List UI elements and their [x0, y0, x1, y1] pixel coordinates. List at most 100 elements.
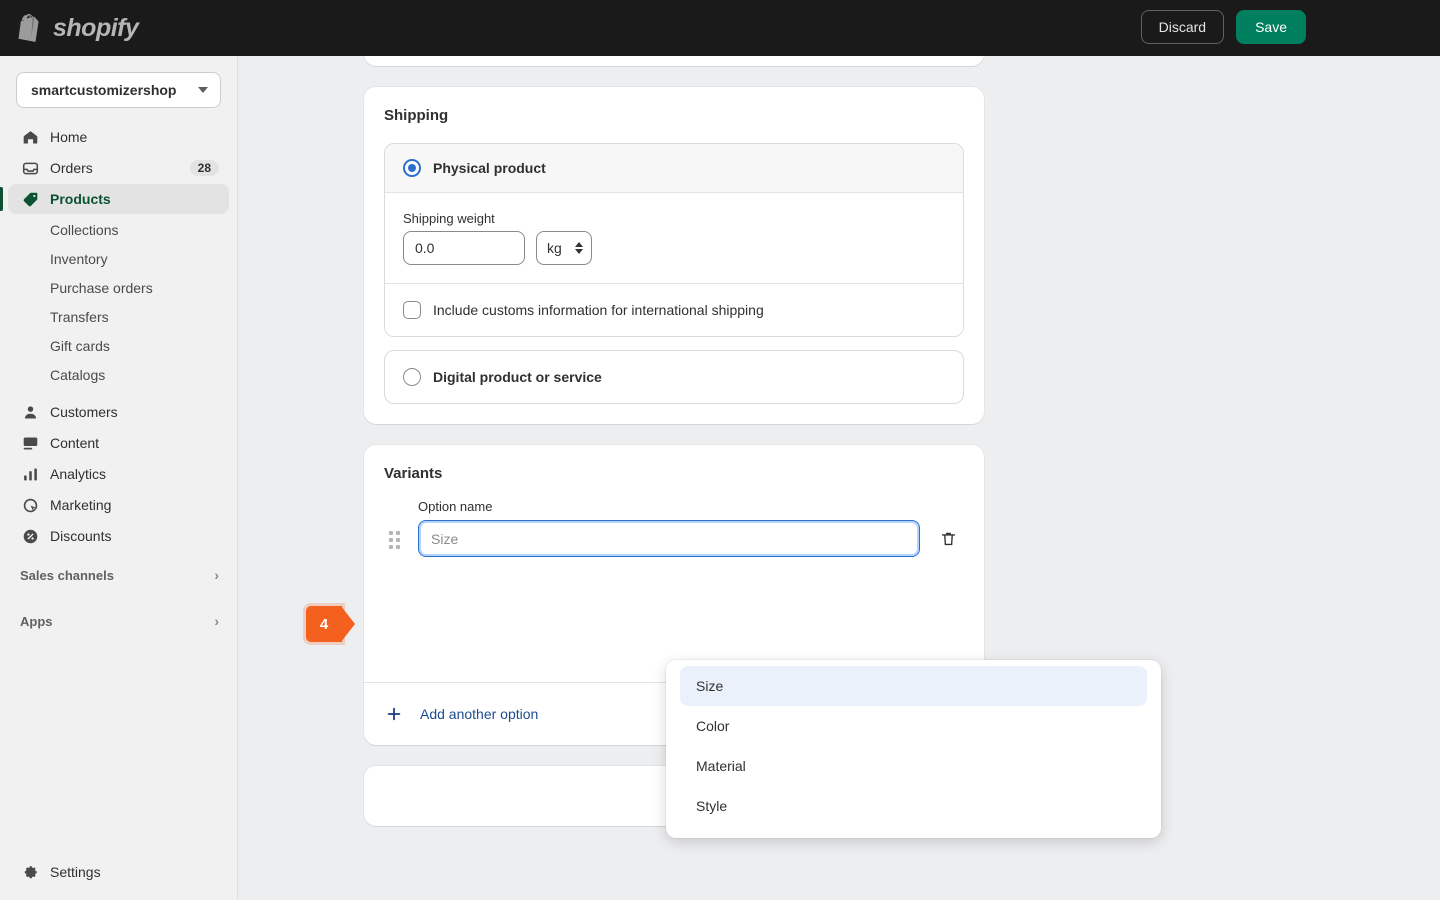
save-button[interactable]: Save [1236, 10, 1306, 44]
option-name-field: Option name [418, 499, 920, 557]
sidebar-section-label: Apps [20, 613, 53, 629]
shipping-card: Shipping Physical product Shipping weigh… [364, 87, 984, 424]
sidebar-item-purchase-orders[interactable]: Purchase orders [8, 273, 229, 302]
chevron-right-icon: › [214, 613, 219, 629]
sidebar-subitem-label: Purchase orders [50, 279, 153, 296]
orders-count-badge: 28 [189, 160, 219, 176]
digital-product-option[interactable]: Digital product or service [384, 350, 964, 404]
sidebar-subitem-label: Collections [50, 221, 119, 238]
content-icon [20, 433, 40, 453]
customer-icon [20, 402, 40, 422]
sidebar-item-label: Discounts [50, 528, 112, 544]
sidebar-subitem-label: Transfers [50, 308, 109, 325]
sidebar-item-marketing[interactable]: Marketing [8, 490, 229, 520]
dropdown-item-style[interactable]: Style [680, 786, 1147, 826]
sidebar-item-label: Settings [50, 864, 101, 880]
store-switcher[interactable]: smartcustomizershop [16, 72, 221, 108]
sidebar-item-collections[interactable]: Collections [8, 215, 229, 244]
shipping-weight-input[interactable] [403, 231, 525, 265]
step-callout-number: 4 [306, 606, 355, 642]
customs-info-row[interactable]: Include customs information for internat… [385, 284, 963, 336]
sidebar-item-transfers[interactable]: Transfers [8, 302, 229, 331]
option-name-input[interactable] [418, 520, 920, 557]
sidebar-nav: Home Orders 28 Products Collections Inve… [0, 118, 237, 636]
sidebar-item-customers[interactable]: Customers [8, 397, 229, 427]
sidebar-item-label: Content [50, 435, 100, 451]
shipping-weight-section: Shipping weight kg [385, 193, 963, 284]
customs-label: Include customs information for internat… [433, 302, 764, 318]
marketing-icon [20, 495, 40, 515]
option-name-label: Option name [418, 499, 493, 514]
analytics-icon [20, 464, 40, 484]
sidebar-item-label: Customers [50, 404, 118, 420]
dropdown-item-label: Style [696, 798, 728, 814]
shopify-wordmark: shopify [53, 13, 139, 42]
physical-product-label: Physical product [433, 160, 546, 176]
shopify-bag-icon [18, 14, 39, 42]
sidebar-subitem-label: Gift cards [50, 337, 110, 354]
shopify-admin-page: shopify Discard Save smartcustomizershop… [0, 0, 1440, 900]
weight-unit-value: kg [547, 240, 562, 256]
physical-product-option[interactable]: Physical product [385, 144, 963, 193]
sidebar-item-products[interactable]: Products [0, 184, 229, 214]
dropdown-item-material[interactable]: Material [680, 746, 1147, 786]
shipping-weight-label: Shipping weight [403, 211, 495, 226]
products-tag-icon [20, 189, 40, 209]
sidebar-item-label: Marketing [50, 497, 112, 513]
updown-chevron-icon [575, 242, 583, 254]
dropdown-item-color[interactable]: Color [680, 706, 1147, 746]
sidebar-item-inventory[interactable]: Inventory [8, 244, 229, 273]
plus-icon [384, 704, 404, 724]
sidebar-item-settings[interactable]: Settings [8, 856, 229, 888]
sidebar-item-orders[interactable]: Orders 28 [8, 153, 229, 183]
sidebar-item-catalogs[interactable]: Catalogs [8, 360, 229, 389]
sidebar-section-apps[interactable]: Apps › [8, 606, 229, 636]
shipping-title: Shipping [384, 107, 449, 124]
physical-product-group: Physical product Shipping weight kg [384, 143, 964, 337]
variants-title: Variants [384, 465, 443, 482]
dropdown-item-label: Color [696, 718, 730, 734]
sidebar-section-label: Sales channels [20, 567, 114, 583]
step-callout-badge: 4 [306, 606, 355, 642]
option-name-dropdown: Size Color Material Style [666, 660, 1161, 838]
delete-option-button[interactable] [932, 522, 964, 556]
sidebar-subitem-label: Inventory [50, 250, 108, 267]
digital-product-radio[interactable] [403, 368, 421, 386]
shopify-logo[interactable]: shopify [0, 13, 139, 43]
main-content: Location Available A.Gostauto str. 8-136… [238, 0, 1440, 900]
home-icon [20, 127, 40, 147]
store-name: smartcustomizershop [31, 82, 177, 98]
sidebar-section-sales-channels[interactable]: Sales channels › [8, 560, 229, 590]
sidebar-item-label: Products [50, 191, 111, 207]
variant-option-row: Option name [384, 499, 964, 557]
sidebar-item-home[interactable]: Home [8, 122, 229, 152]
weight-unit-select[interactable]: kg [536, 231, 592, 265]
orders-icon [20, 158, 40, 178]
sidebar-item-label: Home [50, 129, 88, 145]
discard-button[interactable]: Discard [1140, 10, 1225, 44]
sidebar-item-discounts[interactable]: Discounts [8, 521, 229, 551]
sidebar-item-content[interactable]: Content [8, 428, 229, 458]
dropdown-item-label: Size [696, 678, 724, 694]
add-another-option-link[interactable]: Add another option [420, 706, 538, 722]
physical-product-radio[interactable] [403, 159, 421, 177]
sidebar-subitem-label: Catalogs [50, 366, 106, 383]
digital-product-label: Digital product or service [433, 369, 602, 385]
topbar-actions: Discard Save [1140, 10, 1306, 44]
sidebar: smartcustomizershop Home Orders 28 Produ… [0, 56, 238, 900]
sidebar-item-label: Orders [50, 160, 93, 176]
sidebar-item-label: Analytics [50, 466, 107, 482]
top-bar: shopify Discard Save [0, 0, 1440, 56]
drag-handle-icon[interactable] [384, 523, 404, 557]
sidebar-item-analytics[interactable]: Analytics [8, 459, 229, 489]
dropdown-item-label: Material [696, 758, 746, 774]
dropdown-item-size[interactable]: Size [680, 666, 1147, 706]
chevron-down-icon [198, 87, 208, 93]
sidebar-item-gift-cards[interactable]: Gift cards [8, 331, 229, 360]
customs-checkbox[interactable] [403, 301, 421, 319]
shipping-weight-row: kg [403, 231, 945, 265]
discounts-icon [20, 526, 40, 546]
